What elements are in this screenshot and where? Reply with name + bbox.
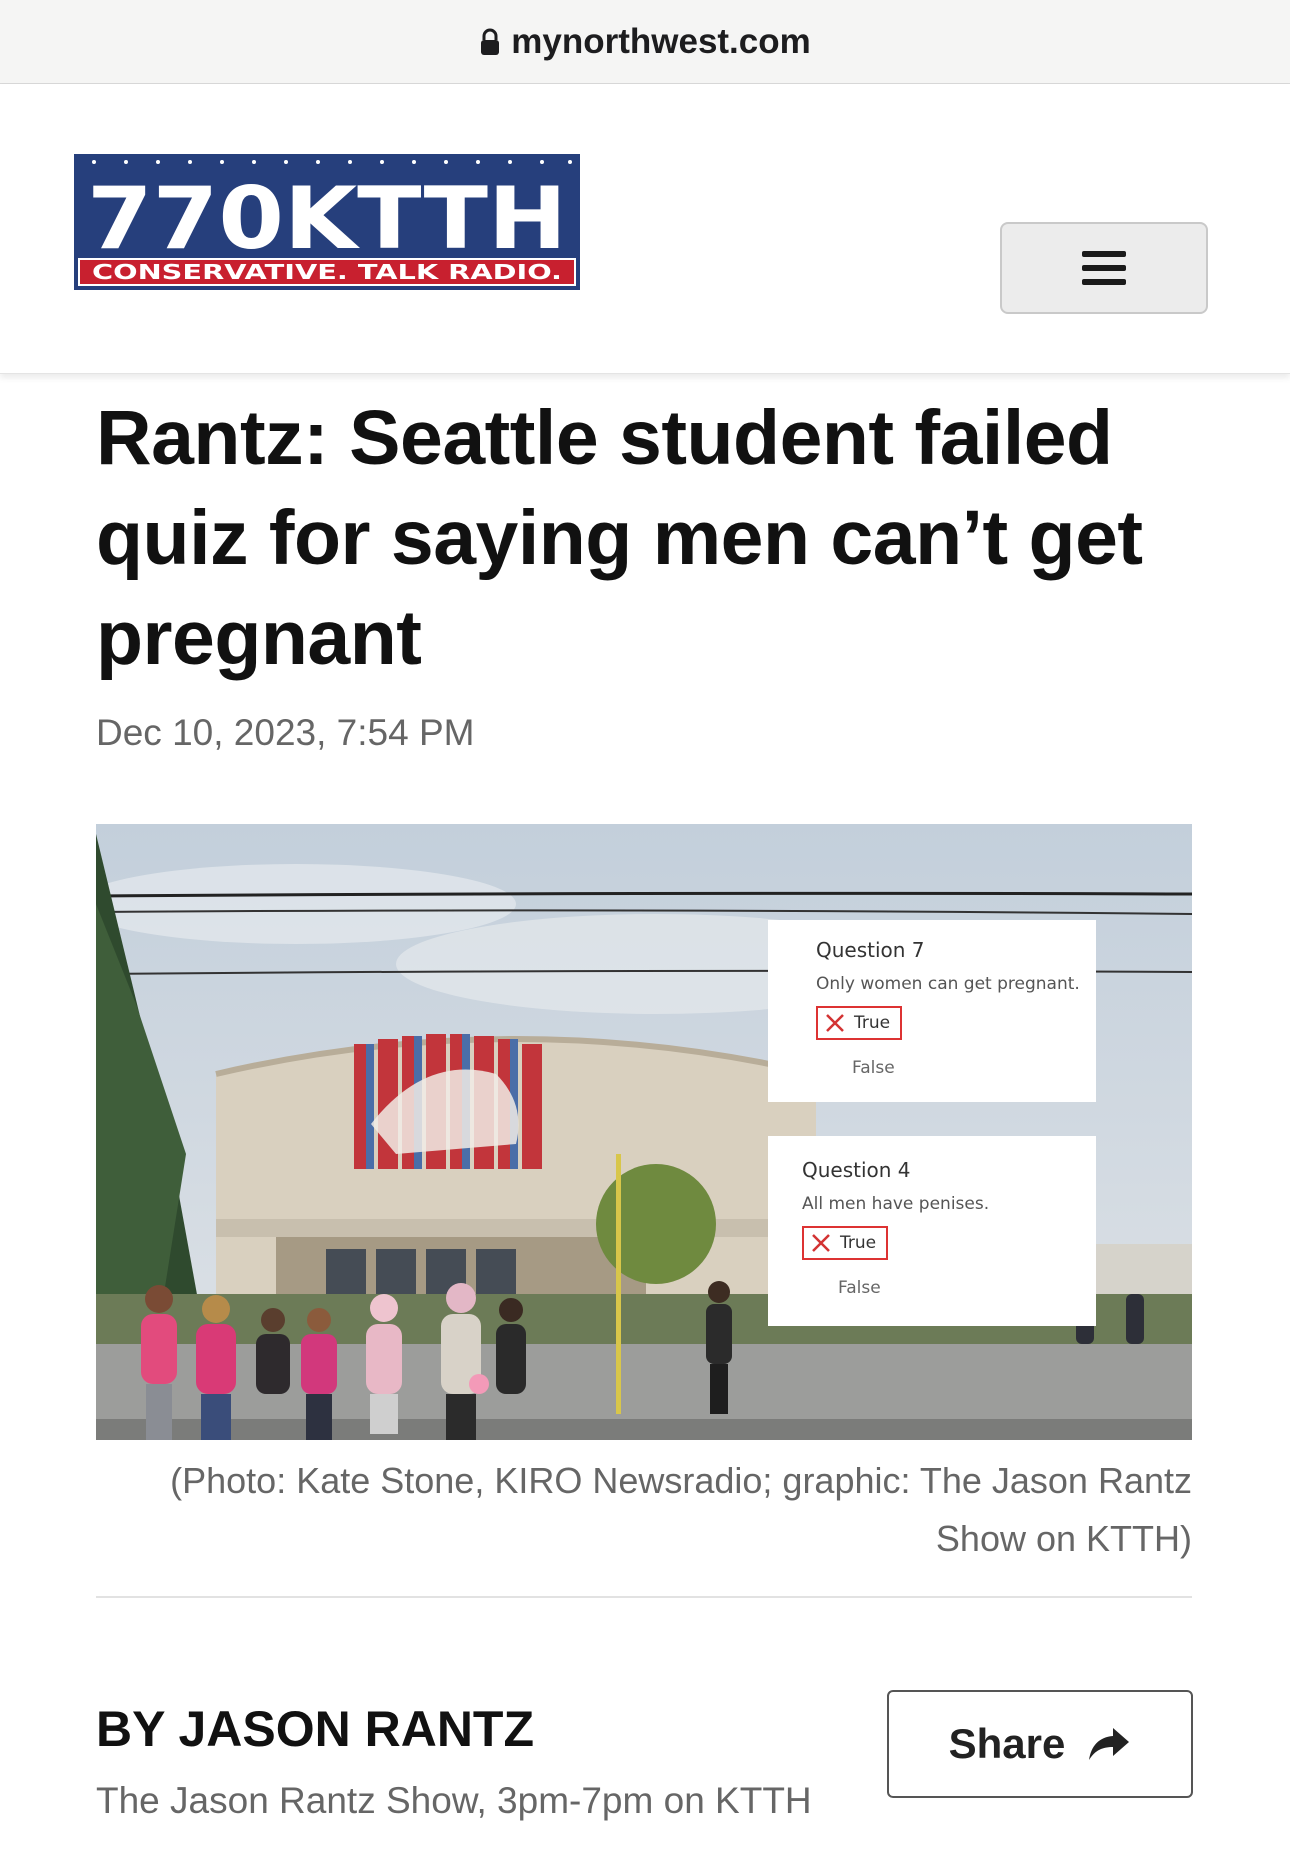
quiz-card-question-7: Question 7 Only women can get pregnant. … <box>768 920 1096 1102</box>
photo-caption: (Photo: Kate Stone, KIRO Newsradio; grap… <box>170 1460 1192 1559</box>
quiz-true-label: True <box>840 1233 877 1253</box>
quiz-selected-answer: True <box>816 1006 903 1040</box>
logo-wordmark: 770KTTH <box>87 169 567 269</box>
author-byline[interactable]: BY JASON RANTZ <box>96 1700 534 1758</box>
quiz-question-title: Question 7 <box>816 938 925 962</box>
quiz-question-title: Question 4 <box>802 1158 911 1182</box>
wrong-x-icon <box>826 1014 844 1032</box>
share-button[interactable]: Share <box>887 1690 1193 1798</box>
quiz-false-label: False <box>852 1058 895 1078</box>
quiz-true-label: True <box>854 1013 891 1033</box>
menu-button[interactable] <box>1000 222 1208 314</box>
lock-icon <box>481 28 500 55</box>
site-header: 770KTTH CONSERVATIVE. TALK RADIO. <box>0 84 1290 374</box>
logo-tagline: CONSERVATIVE. TALK RADIO. <box>92 260 562 284</box>
article-headline: Rantz: Seattle student failed quiz for s… <box>96 395 1143 681</box>
author-show: The Jason Rantz Show, 3pm-7pm on KTTH <box>96 1780 812 1821</box>
share-label: Share <box>948 1720 1066 1767</box>
quiz-false-label: False <box>838 1278 881 1298</box>
url-text: mynorthwest.com <box>511 21 811 61</box>
school-photo-illustration <box>96 824 1192 1440</box>
divider <box>96 1596 1192 1598</box>
quiz-question-text: All men have penises. <box>802 1194 990 1214</box>
article-date: Dec 10, 2023, 7:54 PM <box>96 712 475 753</box>
wrong-x-icon <box>812 1234 830 1252</box>
hamburger-menu-icon <box>1082 251 1126 285</box>
quiz-selected-answer: True <box>802 1226 889 1260</box>
browser-url-bar[interactable]: mynorthwest.com <box>0 0 1290 84</box>
quiz-card-question-4: Question 4 All men have penises. True Fa… <box>768 1136 1096 1326</box>
ktth-logo[interactable]: 770KTTH CONSERVATIVE. TALK RADIO. <box>74 154 580 290</box>
article-photo[interactable]: Question 7 Only women can get pregnant. … <box>96 824 1192 1440</box>
share-arrow-icon <box>1089 1728 1130 1760</box>
quiz-question-text: Only women can get pregnant. <box>816 974 1080 994</box>
